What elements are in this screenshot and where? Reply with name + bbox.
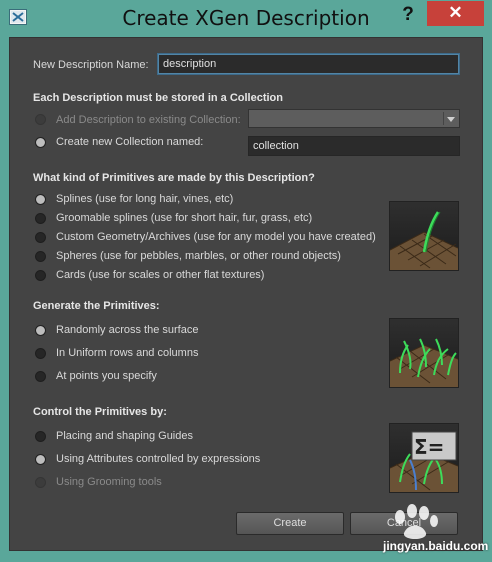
expressions-preview-image: Σ=: [389, 423, 459, 493]
primitive-custom-geometry-label: Custom Geometry/Archives (use for any mo…: [56, 231, 376, 243]
paw-logo-icon: [395, 504, 438, 539]
primitive-splines-radio[interactable]: [35, 194, 46, 205]
control-guides-radio[interactable]: [35, 431, 46, 442]
collection-header: Each Description must be stored in a Col…: [33, 92, 283, 104]
primitive-cards-radio[interactable]: [35, 270, 46, 281]
create-new-collection-label: Create new Collection named:: [56, 136, 204, 148]
add-existing-collection-label: Add Description to existing Collection:: [56, 114, 241, 126]
dialog-window: Create XGen Description ? ✕ New Descript…: [0, 0, 492, 562]
splines-preview-image: [389, 201, 459, 271]
control-grooming-radio[interactable]: [35, 477, 46, 488]
generate-header: Generate the Primitives:: [33, 300, 160, 312]
collection-name-input[interactable]: collection: [248, 136, 460, 156]
generate-uniform-radio[interactable]: [35, 348, 46, 359]
dialog-body: New Description Name: description Each D…: [9, 37, 483, 551]
add-existing-collection-radio[interactable]: [35, 114, 46, 125]
svg-text:Σ=: Σ=: [414, 435, 444, 459]
baidu-watermark: jingyan.baidu.com: [350, 503, 489, 559]
create-new-collection-radio[interactable]: [35, 137, 46, 148]
dropdown-separator: [443, 112, 444, 125]
control-guides-label: Placing and shaping Guides: [56, 430, 193, 442]
primitive-custom-geometry-radio[interactable]: [35, 232, 46, 243]
generate-points-label: At points you specify: [56, 370, 157, 382]
primitive-cards-label: Cards (use for scales or other flat text…: [56, 269, 265, 281]
description-name-input[interactable]: description: [158, 54, 459, 74]
generate-random-label: Randomly across the surface: [56, 324, 199, 336]
help-button[interactable]: ?: [394, 3, 422, 29]
close-button[interactable]: ✕: [427, 1, 484, 26]
primitive-spheres-radio[interactable]: [35, 251, 46, 262]
random-distribution-preview-image: [389, 318, 459, 388]
primitive-spheres-label: Spheres (use for pebbles, marbles, or ot…: [56, 250, 341, 262]
existing-collection-dropdown[interactable]: [248, 109, 460, 128]
generate-uniform-label: In Uniform rows and columns: [56, 347, 199, 359]
control-expressions-radio[interactable]: [35, 454, 46, 465]
primitive-groomable-splines-label: Groomable splines (use for short hair, f…: [56, 212, 313, 224]
control-grooming-label: Using Grooming tools: [56, 476, 162, 488]
generate-random-radio[interactable]: [35, 325, 46, 336]
create-button[interactable]: Create: [236, 512, 344, 535]
primitive-groomable-splines-radio[interactable]: [35, 213, 46, 224]
title-bar[interactable]: Create XGen Description ? ✕: [0, 0, 492, 36]
control-expressions-label: Using Attributes controlled by expressio…: [56, 453, 261, 465]
chevron-down-icon: [447, 117, 455, 122]
primitive-splines-label: Splines (use for long hair, vines, etc): [56, 193, 234, 205]
control-header: Control the Primitives by:: [33, 406, 167, 418]
generate-points-radio[interactable]: [35, 371, 46, 382]
watermark-text: jingyan.baidu.com: [383, 539, 489, 553]
description-name-label: New Description Name:: [33, 59, 149, 71]
primitives-header: What kind of Primitives are made by this…: [33, 172, 315, 184]
